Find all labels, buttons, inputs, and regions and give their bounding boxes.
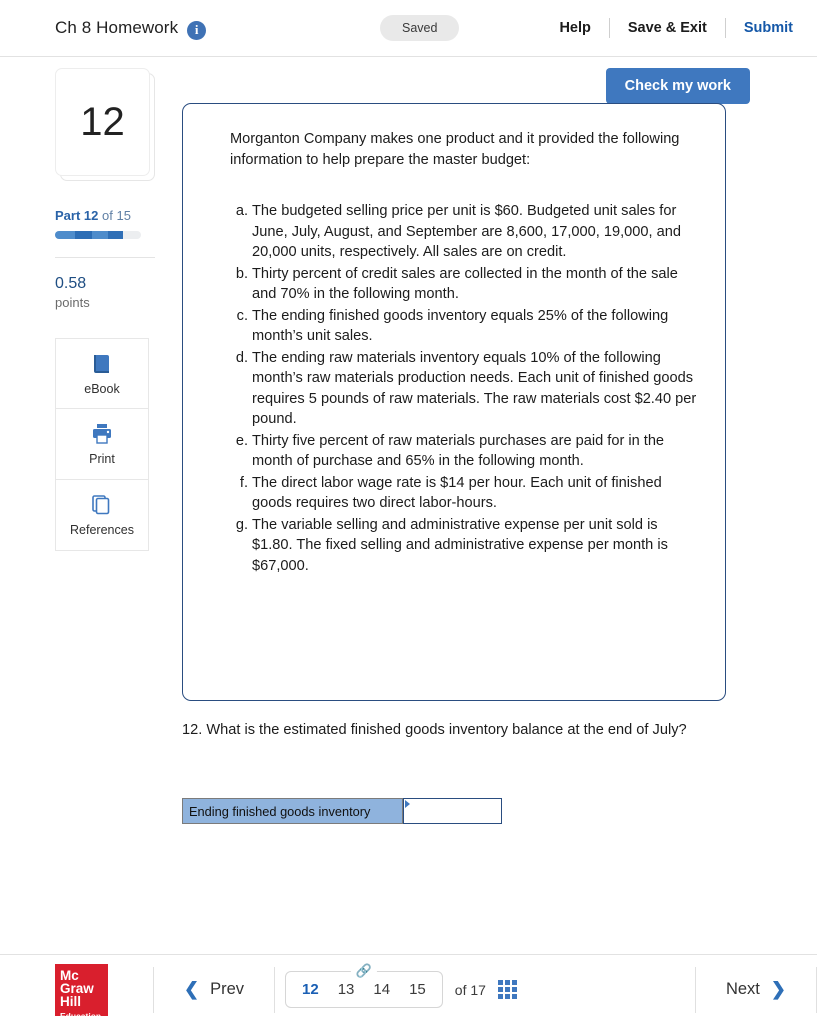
list-item: The ending raw materials inventory equal… <box>230 348 697 428</box>
main-content: Morganton Company makes one product and … <box>182 103 726 824</box>
list-item: Thirty percent of credit sales are colle… <box>230 264 678 303</box>
page-number[interactable]: 13 <box>338 981 355 998</box>
list-item: The budgeted selling price per unit is $… <box>230 201 681 260</box>
sidebar-divider <box>55 257 155 258</box>
page-number-group: 🔗 12 13 14 15 <box>285 963 443 1008</box>
question-text: 12. What is the estimated finished goods… <box>182 722 687 738</box>
progress-segment <box>108 231 123 239</box>
save-and-exit-link[interactable]: Save & Exit <box>610 18 726 38</box>
list-item: The variable selling and administrative … <box>230 515 668 574</box>
sidebar-item-label: References <box>70 523 134 537</box>
prev-label: Prev <box>210 980 245 998</box>
points-label: points <box>55 295 90 310</box>
next-label: Next <box>725 980 760 998</box>
sidebar-tools: eBook Print References <box>55 338 160 551</box>
logo-line-4: Education <box>60 1010 102 1021</box>
mcgraw-hill-logo: Mc Graw Hill Education <box>55 963 108 1021</box>
list-item: Thirty five percent of raw materials pur… <box>230 431 665 470</box>
sidebar-item-references[interactable]: References <box>55 480 149 551</box>
page-total: of 17 <box>454 981 486 998</box>
header-actions: Help Save & Exit Submit <box>541 18 793 38</box>
answer-row: Ending finished goods inventory <box>182 798 502 824</box>
status-badge: Saved <box>380 15 460 41</box>
app-header: Ch 8 Homework i Saved Help Save & Exit S… <box>0 0 817 57</box>
book-icon <box>91 352 113 376</box>
chain-link-icon: 🔗 <box>350 963 377 979</box>
scenario-facts-list: The budgeted selling price per unit is $… <box>230 201 701 576</box>
points-value: 0.58 <box>55 275 87 292</box>
list-item: The ending finished goods inventory equa… <box>230 306 669 345</box>
scenario-box: Morganton Company makes one product and … <box>182 103 726 701</box>
page-title: Ch 8 Homework <box>55 18 179 37</box>
footer-nav: Mc Graw Hill Education ❮ Prev 🔗 12 13 14… <box>0 954 817 1024</box>
progress-segment <box>55 231 75 239</box>
question-number: 12 <box>55 68 150 176</box>
logo-line-3: Hill <box>60 993 82 1009</box>
prev-button[interactable]: ❮ Prev <box>154 979 274 1000</box>
part-of: of 15 <box>102 208 131 223</box>
next-button[interactable]: Next ❯ <box>696 979 816 1000</box>
list-item: The direct labor wage rate is $14 per ho… <box>230 473 662 512</box>
footer-divider <box>274 966 276 1013</box>
printer-icon <box>90 422 114 446</box>
sidebar: 12 Part 12 of 15 0.58 points eBook Print… <box>55 68 160 551</box>
scenario-intro: Morganton Company makes one product and … <box>230 131 680 168</box>
chevron-right-icon: ❯ <box>770 979 786 999</box>
page-number[interactable]: 12 <box>302 981 319 998</box>
copy-pages-icon <box>91 493 113 517</box>
page-number[interactable]: 14 <box>373 981 390 998</box>
pagination: 🔗 12 13 14 15 of 17 <box>285 963 517 1008</box>
sidebar-item-label: eBook <box>84 381 120 396</box>
answer-label: Ending finished goods inventory <box>182 798 403 824</box>
sidebar-item-print[interactable]: Print <box>55 409 149 480</box>
progress-segment <box>92 231 108 239</box>
info-icon[interactable]: i <box>187 20 207 40</box>
answer-input-wrap <box>403 798 502 824</box>
part-label: Part <box>55 208 81 223</box>
part-indicator: Part 12 of 15 <box>55 208 160 223</box>
sidebar-item-ebook[interactable]: eBook <box>55 338 149 409</box>
question-number-card: 12 <box>55 68 155 181</box>
check-my-work-button[interactable]: Check my work <box>605 68 750 104</box>
submit-link[interactable]: Submit <box>726 18 793 38</box>
help-link[interactable]: Help <box>541 18 610 38</box>
answer-input[interactable] <box>403 798 502 824</box>
chevron-left-icon: ❮ <box>184 979 200 999</box>
page-number[interactable]: 15 <box>409 981 426 998</box>
sidebar-item-label: Print <box>89 452 115 466</box>
progress-bar <box>55 231 141 239</box>
progress-segment <box>75 231 92 239</box>
part-current: 12 <box>83 208 99 223</box>
grid-menu-icon[interactable] <box>497 980 517 999</box>
